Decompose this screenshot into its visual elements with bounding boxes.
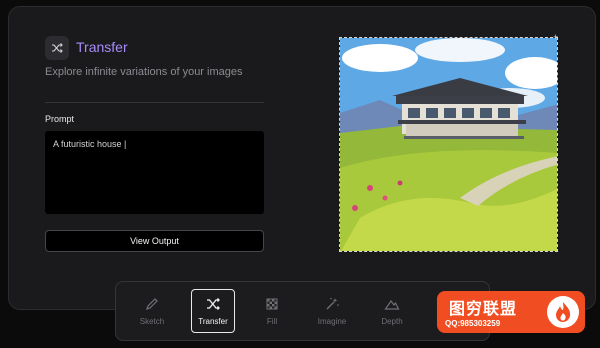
- flame-logo-icon: [547, 296, 579, 328]
- watermark-title: 图穷联盟: [449, 301, 518, 318]
- pencil-icon: [146, 298, 158, 310]
- house-landscape-image: [340, 38, 557, 251]
- output-image-preview[interactable]: [339, 37, 558, 252]
- shuffle-icon: [207, 298, 220, 310]
- view-output-button[interactable]: View Output: [45, 230, 264, 252]
- tool-label: Transfer: [198, 317, 228, 326]
- tool-label: Depth: [381, 317, 403, 326]
- tool-label: Imagine: [317, 317, 347, 326]
- watermark-contact: QQ:985303259: [445, 319, 501, 328]
- magic-wand-icon: [326, 297, 339, 310]
- tool-label: Sketch: [139, 317, 165, 326]
- mountain-icon: [384, 299, 400, 310]
- tool-label: Fill: [266, 317, 278, 326]
- checker-icon: [266, 298, 278, 310]
- tool-depth[interactable]: Depth: [370, 289, 414, 333]
- tool-sketch[interactable]: Sketch: [130, 289, 174, 333]
- shuffle-icon: [45, 36, 69, 60]
- page-title: Transfer: [76, 39, 128, 55]
- watermark-badge: 图穷联盟 QQ:985303259: [437, 291, 585, 333]
- divider: [45, 102, 264, 103]
- page-subtitle: Explore infinite variations of your imag…: [45, 66, 243, 78]
- prompt-input[interactable]: [45, 131, 264, 214]
- tool-bar: Sketch Transfer Fill Imagine Depth: [115, 281, 490, 341]
- tool-fill[interactable]: Fill: [250, 289, 294, 333]
- tool-transfer[interactable]: Transfer: [191, 289, 235, 333]
- tool-imagine[interactable]: Imagine: [310, 289, 354, 333]
- resize-handle-icon[interactable]: +: [553, 32, 558, 42]
- prompt-label: Prompt: [45, 114, 75, 124]
